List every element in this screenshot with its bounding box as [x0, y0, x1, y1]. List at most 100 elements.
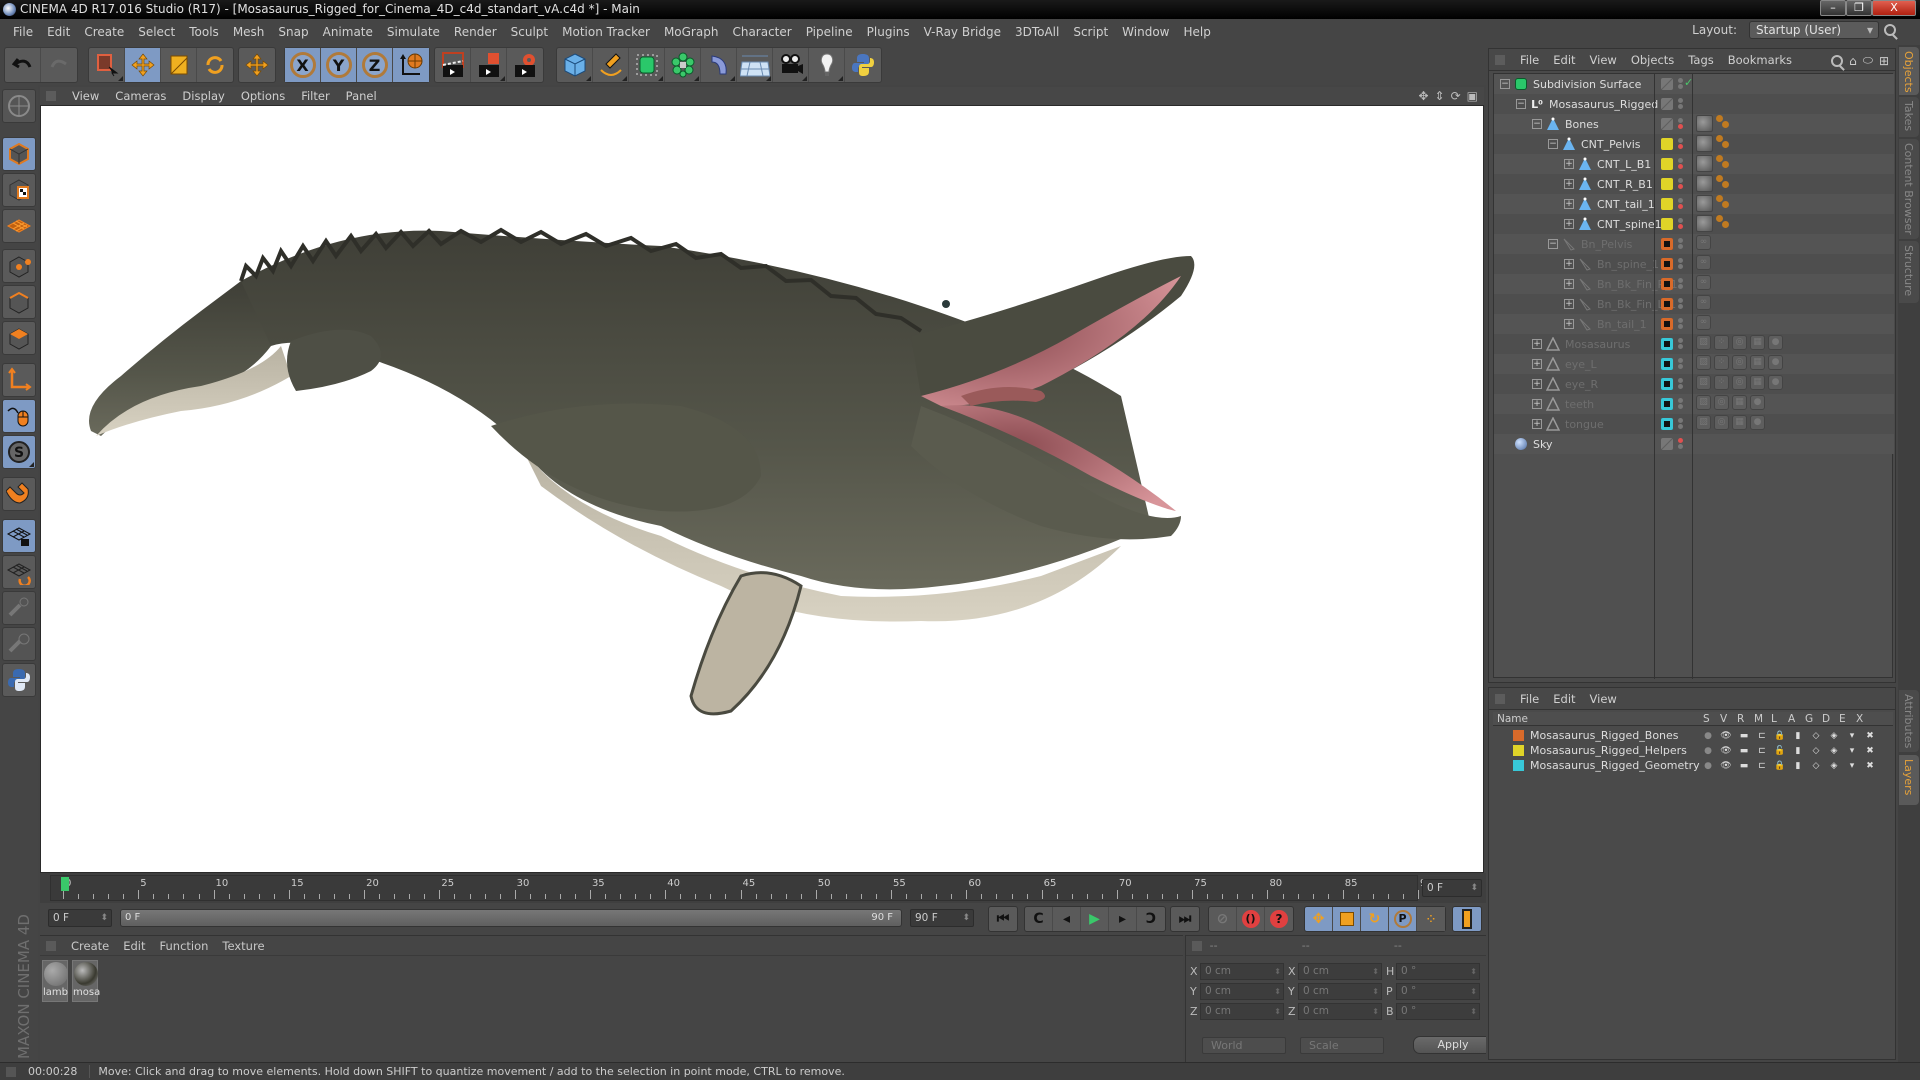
object-row[interactable]: − Subdivision Surface ✓	[1494, 74, 1894, 94]
tab-objects[interactable]: Objects	[1899, 47, 1919, 95]
object-row[interactable]: + teeth ▨ ◎ ▦ ●	[1494, 394, 1894, 414]
previous-frame-icon[interactable]: ◂	[1053, 907, 1081, 931]
col-generators[interactable]: G	[1805, 713, 1822, 725]
lock-toggle-icon[interactable]: 🔓	[1773, 746, 1787, 756]
current-frame-marker[interactable]	[61, 877, 69, 891]
material-menu-edit[interactable]: Edit	[116, 939, 152, 953]
xrefs-toggle-icon[interactable]: ✖	[1863, 746, 1877, 756]
layer-menu-edit[interactable]: Edit	[1546, 692, 1582, 706]
preview-range-slider[interactable]: 0 F 90 F	[120, 909, 902, 927]
visibility-dots[interactable]	[1678, 97, 1683, 110]
material-tag-icon[interactable]: ●	[1750, 415, 1765, 430]
3d-viewport[interactable]	[40, 105, 1484, 873]
visibility-dots[interactable]	[1678, 337, 1683, 350]
autokeying-icon[interactable]: ?	[1265, 907, 1293, 931]
object-row[interactable]: + eye_L ▨ ⁘ ◎ ▦ ●	[1494, 354, 1894, 374]
texture-tag-icon[interactable]: ▦	[1750, 335, 1765, 350]
layer-color-icon[interactable]	[1661, 318, 1673, 330]
constraint-tag-icon[interactable]: ∞	[1696, 315, 1711, 330]
collapse-icon[interactable]: −	[1548, 139, 1558, 149]
display-tag-icon[interactable]	[1696, 115, 1713, 132]
undo-icon[interactable]	[5, 48, 41, 82]
next-frame-icon[interactable]: ▸	[1109, 907, 1137, 931]
workplane-lock-icon[interactable]	[2, 519, 36, 553]
object-row[interactable]: + CNT_L_B1	[1494, 154, 1894, 174]
solo-toggle-icon[interactable]: ●	[1701, 761, 1715, 771]
axis-mode-icon[interactable]	[2, 363, 36, 397]
col-animation[interactable]: A	[1788, 713, 1805, 725]
ik-tag-icon[interactable]	[1716, 135, 1730, 149]
object-row[interactable]: + CNT_R_B1	[1494, 174, 1894, 194]
material-swatch[interactable]: mosa	[72, 960, 100, 1002]
light-icon[interactable]	[809, 48, 845, 82]
menu-vray-bridge[interactable]: V-Ray Bridge	[917, 25, 1008, 39]
tab-takes[interactable]: Takes	[1899, 97, 1919, 137]
menu-character[interactable]: Character	[725, 25, 798, 39]
solo-toggle-icon[interactable]: ●	[1701, 731, 1715, 741]
object-row[interactable]: + CNT_spine1	[1494, 214, 1894, 234]
menu-help[interactable]: Help	[1176, 25, 1217, 39]
constraint-tag-icon[interactable]: ∞	[1696, 275, 1711, 290]
expand-icon[interactable]: +	[1564, 299, 1574, 309]
col-solo[interactable]: S	[1703, 713, 1720, 725]
expand-icon[interactable]: +	[1532, 419, 1542, 429]
object-menu-edit[interactable]: Edit	[1546, 53, 1582, 67]
visibility-toggle-icon[interactable]: ⬭	[1863, 53, 1873, 68]
record-active-objects-icon[interactable]: ()	[1237, 907, 1265, 931]
menu-plugins[interactable]: Plugins	[860, 25, 917, 39]
menu-render[interactable]: Render	[447, 25, 504, 39]
render-view-icon[interactable]	[435, 48, 471, 82]
expand-icon[interactable]: +	[1532, 379, 1542, 389]
workplane-mode-icon[interactable]	[2, 209, 36, 243]
visibility-dots[interactable]	[1678, 377, 1683, 390]
key-rotation-icon[interactable]: ↻	[1361, 907, 1389, 931]
menu-simulate[interactable]: Simulate	[380, 25, 447, 39]
object-menu-file[interactable]: File	[1513, 53, 1546, 67]
menu-pipeline[interactable]: Pipeline	[799, 25, 860, 39]
minimize-button[interactable]: –	[1820, 0, 1846, 16]
visibility-dots[interactable]	[1678, 397, 1683, 410]
layer-none-icon[interactable]	[1661, 118, 1673, 130]
menu-snap[interactable]: Snap	[271, 25, 315, 39]
panel-grip-icon[interactable]	[46, 940, 56, 951]
viewport-menu-view[interactable]: View	[64, 89, 107, 103]
toggle-view-icon[interactable]: ▣	[1467, 89, 1478, 103]
object-menu-tags[interactable]: Tags	[1681, 53, 1720, 67]
layer-color-icon[interactable]	[1661, 138, 1673, 150]
layer-color-icon[interactable]	[1661, 418, 1673, 430]
y-axis-lock-icon[interactable]: Y	[321, 48, 357, 82]
generators-toggle-icon[interactable]: ◇	[1809, 746, 1823, 756]
skin-tag-icon[interactable]: ◎	[1732, 355, 1747, 370]
material-tag-icon[interactable]: ●	[1768, 335, 1783, 350]
expand-icon[interactable]: +	[1564, 179, 1574, 189]
object-row[interactable]: + eye_R ▨ ⁘ ◎ ▦ ●	[1494, 374, 1894, 394]
object-row[interactable]: − L⁰ Mosasaurus_Rigged	[1494, 94, 1894, 114]
visibility-dots[interactable]	[1678, 417, 1683, 430]
layer-color-icon[interactable]	[1661, 338, 1673, 350]
tweak-mode-icon[interactable]	[2, 399, 36, 433]
layer-color-icon[interactable]	[1661, 218, 1673, 230]
col-xrefs[interactable]: X	[1856, 713, 1873, 725]
object-menu-view[interactable]: View	[1583, 53, 1624, 67]
object-menu-objects[interactable]: Objects	[1624, 53, 1681, 67]
animation-toggle-icon[interactable]: ▮	[1791, 731, 1805, 741]
expand-icon[interactable]: +	[1532, 399, 1542, 409]
deformers-toggle-icon[interactable]: ◈	[1827, 746, 1841, 756]
workplane-align-icon[interactable]	[2, 555, 36, 589]
restore-button[interactable]: ❐	[1846, 0, 1872, 16]
pan-icon[interactable]: ✥	[1418, 89, 1428, 103]
layer-color-icon[interactable]	[1661, 158, 1673, 170]
weight-tag-icon[interactable]: ⁘	[1714, 355, 1729, 370]
menu-animate[interactable]: Animate	[316, 25, 380, 39]
viewport-menu-cameras[interactable]: Cameras	[107, 89, 174, 103]
camera-icon[interactable]	[773, 48, 809, 82]
menu-mograph[interactable]: MoGraph	[657, 25, 726, 39]
visibility-dots[interactable]	[1678, 297, 1683, 310]
generators-toggle-icon[interactable]: ◇	[1809, 761, 1823, 771]
render-toggle-icon[interactable]: ▬	[1737, 731, 1751, 741]
pen-spline-icon[interactable]	[593, 48, 629, 82]
layer-color-icon[interactable]	[1661, 278, 1673, 290]
constraint-tag-icon[interactable]: ∞	[1696, 235, 1711, 250]
tab-content-browser[interactable]: Content Browser	[1899, 139, 1919, 239]
col-expressions[interactable]: E	[1839, 713, 1856, 725]
